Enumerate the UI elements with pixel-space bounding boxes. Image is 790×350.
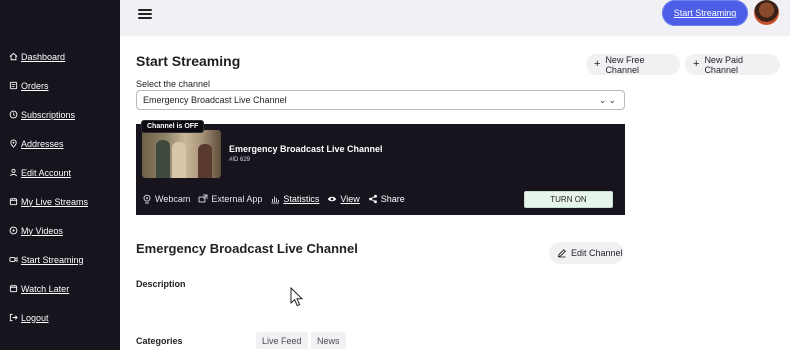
share-label: Share [380, 194, 405, 204]
new-paid-channel-label: New Paid Channel [704, 54, 743, 75]
clock-icon [8, 110, 18, 120]
description-label: Description [136, 279, 186, 289]
channel-select-value: Emergency Broadcast Live Channel [143, 95, 287, 105]
start-streaming-button[interactable]: Start Streaming [662, 0, 748, 26]
new-paid-channel-button[interactable]: + New Paid Channel [685, 54, 780, 75]
sidebar-item-my-videos[interactable]: My Videos [0, 216, 120, 245]
turn-on-button[interactable]: TURN ON [524, 191, 613, 208]
sidebar-item-watch-later[interactable]: Watch Later [0, 274, 120, 303]
sidebar-item-label: Addresses [21, 138, 64, 149]
share-icon [368, 194, 377, 204]
sidebar-item-label: Subscriptions [21, 109, 76, 120]
external-app-icon [198, 194, 208, 203]
logout-icon [8, 313, 18, 323]
channel-thumbnail[interactable] [142, 130, 221, 178]
channel-status-badge: Channel is OFF [141, 120, 205, 133]
external-app-label: External App [211, 194, 263, 204]
edit-channel-button[interactable]: Edit Channel [549, 242, 624, 264]
sidebar-item-orders[interactable]: Orders [0, 71, 120, 100]
main-content: Start Streaming + New Free Channel + New… [120, 36, 790, 350]
statistics-label: Statistics [283, 194, 320, 204]
video-icon [8, 255, 18, 265]
webcam-button[interactable]: Webcam [142, 194, 190, 204]
sidebar-item-addresses[interactable]: Addresses [0, 129, 120, 158]
sidebar-item-label: Start Streaming [21, 254, 84, 265]
user-icon [8, 168, 18, 178]
plus-icon: + [594, 58, 601, 70]
view-link[interactable]: View [327, 194, 360, 204]
avatar[interactable] [754, 0, 779, 25]
eye-icon [328, 196, 337, 202]
view-label: View [340, 194, 360, 204]
receipt-icon [8, 81, 18, 91]
chevron-down-icon: ⌄⌄ [598, 95, 618, 105]
calendar-icon [8, 284, 18, 294]
channel-select-label: Select the channel [136, 79, 211, 89]
calendar-icon [8, 197, 18, 207]
webcam-icon [143, 194, 151, 204]
sidebar-item-edit-account[interactable]: Edit Account [0, 158, 120, 187]
sidebar-item-label: Logout [21, 312, 49, 323]
sidebar-item-logout[interactable]: Logout [0, 303, 120, 332]
new-free-channel-label: New Free Channel [605, 54, 645, 75]
sidebar-item-label: Watch Later [21, 283, 70, 294]
categories-label: Categories [136, 336, 183, 346]
play-circle-icon [8, 226, 18, 236]
pencil-icon [557, 249, 566, 258]
webcam-label: Webcam [155, 194, 191, 204]
category-tag[interactable]: News [311, 332, 346, 349]
bar-chart-icon [271, 196, 280, 204]
sidebar-item-label: My Live Streams [21, 196, 89, 207]
channel-section-title: Emergency Broadcast Live Channel [136, 241, 358, 256]
hamburger-menu-icon[interactable] [138, 8, 152, 20]
channel-select[interactable]: Emergency Broadcast Live Channel ⌄⌄ [136, 90, 625, 110]
sidebar-item-dashboard[interactable]: Dashboard [0, 42, 120, 71]
map-pin-icon [8, 139, 18, 149]
mouse-cursor-icon [290, 287, 304, 307]
page-title: Start Streaming [136, 53, 241, 69]
sidebar-item-label: My Videos [21, 225, 63, 236]
plus-icon: + [693, 58, 700, 70]
sidebar-item-label: Edit Account [21, 167, 72, 178]
channel-id: #ID 629 [229, 157, 251, 163]
sidebar-menu: Dashboard Orders Subscriptions Addresses… [0, 42, 120, 332]
home-icon [8, 52, 18, 62]
channel-card-title: Emergency Broadcast Live Channel [229, 144, 383, 154]
sidebar-item-my-live-streams[interactable]: My Live Streams [0, 187, 120, 216]
sidebar-item-start-streaming[interactable]: Start Streaming [0, 245, 120, 274]
channel-actions: Webcam External App Statistics View Shar… [142, 194, 413, 204]
external-app-button[interactable]: External App [198, 194, 262, 204]
sidebar: Dashboard Orders Subscriptions Addresses… [0, 0, 120, 350]
share-button[interactable]: Share [368, 194, 405, 204]
statistics-link[interactable]: Statistics [270, 194, 319, 204]
sidebar-item-subscriptions[interactable]: Subscriptions [0, 100, 120, 129]
sidebar-item-label: Orders [21, 80, 49, 91]
category-tag[interactable]: Live Feed [256, 332, 308, 349]
new-free-channel-button[interactable]: + New Free Channel [586, 54, 680, 75]
top-bar: Start Streaming [120, 0, 790, 36]
edit-channel-label: Edit Channel [571, 248, 623, 258]
sidebar-item-label: Dashboard [21, 51, 66, 62]
channel-card: Channel is OFF Emergency Broadcast Live … [136, 120, 625, 215]
